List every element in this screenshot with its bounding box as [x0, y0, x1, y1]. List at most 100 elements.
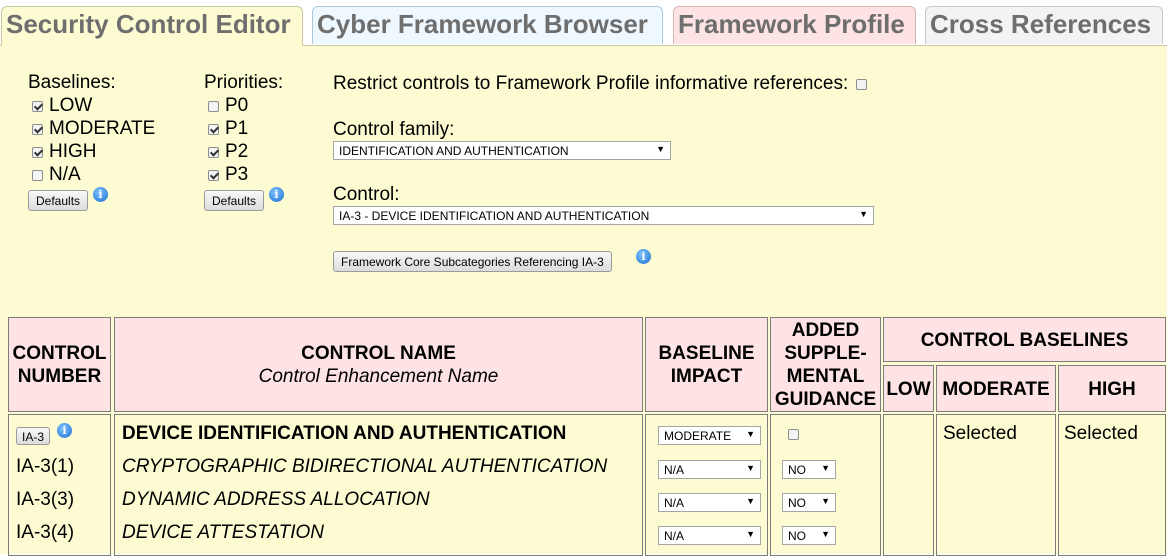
baseline-impact-value: MODERATE	[664, 429, 732, 443]
priority-p0-row[interactable]: P0	[208, 95, 248, 117]
priority-p3-label: P3	[225, 164, 249, 185]
header-control-baselines: CONTROL BASELINES	[883, 317, 1166, 362]
tab-security-control-editor[interactable]: Security Control Editor	[1, 6, 303, 46]
baseline-impact-select[interactable]: N/A ▼	[658, 493, 761, 512]
baseline-na-row[interactable]: N/A	[32, 164, 81, 186]
baseline-impact-value: N/A	[664, 529, 685, 543]
baseline-low-checkbox[interactable]	[32, 100, 43, 112]
controls-table: CONTROL NUMBER CONTROL NAME Control Enha…	[7, 315, 1166, 556]
baseline-high-label: HIGH	[49, 141, 97, 162]
chevron-down-icon: ▼	[746, 496, 755, 506]
priorities-defaults-button[interactable]: Defaults	[204, 190, 265, 211]
supplemental-guidance-select[interactable]: NO ▼	[782, 493, 836, 512]
moderate-selected-text: Selected	[943, 423, 1017, 444]
header-added-guidance-line1: ADDED	[791, 320, 860, 341]
row-control-name: DEVICE IDENTIFICATION AND AUTHENTICATION	[122, 423, 567, 444]
priority-p0-checkbox[interactable]	[208, 100, 219, 112]
header-moderate: MODERATE	[936, 365, 1056, 412]
header-added-guidance-line3: MENTAL	[786, 366, 865, 387]
header-baseline-impact-line2: IMPACT	[670, 366, 743, 387]
baseline-moderate-label: MODERATE	[49, 118, 156, 139]
baseline-high-checkbox[interactable]	[32, 146, 43, 158]
header-low: LOW	[883, 365, 934, 412]
chevron-down-icon: ▼	[746, 429, 755, 439]
header-moderate-text: MODERATE	[942, 379, 1050, 400]
info-icon[interactable]: i	[57, 423, 72, 438]
supplemental-guidance-value: NO	[788, 463, 806, 477]
baseline-low-label: LOW	[49, 95, 93, 116]
header-control-number-line2: NUMBER	[17, 366, 102, 387]
priority-p1-checkbox[interactable]	[208, 123, 219, 135]
row-control-number: IA-3(1)	[16, 456, 75, 477]
restrict-label: Restrict controls to Framework Profile i…	[333, 73, 849, 94]
tab-bar: Security Control Editor Cyber Framework …	[0, 0, 1167, 46]
tab-cyber-framework-browser[interactable]: Cyber Framework Browser	[312, 6, 663, 44]
control-family-value: IDENTIFICATION AND AUTHENTICATION	[339, 144, 569, 158]
baseline-moderate-row[interactable]: MODERATE	[32, 118, 155, 140]
control-ia3-button[interactable]: IA-3	[16, 427, 51, 445]
header-added-guidance-line4: GUIDANCE	[774, 389, 877, 410]
row-control-number: IA-3(4)	[16, 522, 75, 543]
baseline-na-checkbox[interactable]	[32, 169, 43, 181]
baseline-impact-select[interactable]: MODERATE ▼	[658, 426, 761, 445]
baseline-na-label: N/A	[49, 164, 81, 185]
header-control-baselines-text: CONTROL BASELINES	[920, 330, 1129, 351]
restrict-row[interactable]: Restrict controls to Framework Profile i…	[333, 73, 873, 95]
chevron-down-icon: ▼	[821, 496, 830, 506]
baseline-low-row[interactable]: LOW	[32, 95, 92, 117]
baseline-moderate-checkbox[interactable]	[32, 123, 43, 135]
priority-p0-label: P0	[225, 95, 249, 116]
priority-p2-row[interactable]: P2	[208, 141, 248, 163]
header-control-name: CONTROL NAME Control Enhancement Name	[114, 317, 643, 412]
priority-p3-row[interactable]: P3	[208, 164, 248, 186]
priority-p2-checkbox[interactable]	[208, 146, 219, 158]
chevron-down-icon: ▼	[821, 529, 830, 539]
control-value: IA-3 - DEVICE IDENTIFICATION AND AUTHENT…	[339, 209, 650, 223]
baselines-defaults-button[interactable]: Defaults	[28, 190, 89, 211]
tab-cross-references[interactable]: Cross References	[925, 6, 1163, 44]
baseline-high-row[interactable]: HIGH	[32, 141, 97, 163]
row-enhancement-name: DEVICE ATTESTATION	[122, 522, 324, 543]
editor-panel: Baselines: LOW MODERATE HIGH N/A Default…	[0, 45, 1167, 556]
info-icon[interactable]: i	[269, 187, 284, 202]
chevron-down-icon: ▼	[656, 144, 665, 154]
header-added-guidance: ADDED SUPPLE- MENTAL GUIDANCE	[770, 317, 881, 412]
baseline-impact-value: N/A	[664, 463, 685, 477]
tab-framework-profile[interactable]: Framework Profile	[673, 6, 916, 44]
supplemental-guidance-checkbox[interactable]	[788, 429, 799, 440]
header-baseline-impact-line1: BASELINE	[658, 343, 755, 364]
row-enhancement-name: DYNAMIC ADDRESS ALLOCATION	[122, 489, 430, 510]
header-control-number: CONTROL NUMBER	[8, 317, 111, 412]
supplemental-guidance-value: NO	[788, 496, 806, 510]
restrict-checkbox[interactable]	[856, 78, 868, 90]
high-selected-text: Selected	[1064, 423, 1138, 444]
header-low-text: LOW	[886, 379, 931, 400]
supplemental-guidance-select[interactable]: NO ▼	[782, 526, 836, 545]
header-control-enhancement-text: Control Enhancement Name	[258, 366, 499, 387]
header-control-number-line1: CONTROL	[12, 343, 107, 364]
control-family-label: Control family:	[333, 119, 455, 140]
info-icon[interactable]: i	[636, 249, 651, 264]
control-family-select[interactable]: IDENTIFICATION AND AUTHENTICATION ▼	[333, 141, 671, 160]
baselines-heading: Baselines:	[28, 72, 116, 93]
info-icon[interactable]: i	[93, 187, 108, 202]
header-baseline-impact: BASELINE IMPACT	[645, 317, 768, 412]
supplemental-guidance-select[interactable]: NO ▼	[782, 460, 836, 479]
priority-p2-label: P2	[225, 141, 249, 162]
subcategories-referencing-button[interactable]: Framework Core Subcategories Referencing…	[333, 251, 612, 272]
priority-p1-label: P1	[225, 118, 249, 139]
baseline-impact-select[interactable]: N/A ▼	[658, 526, 761, 545]
body-low-cell	[883, 414, 934, 556]
header-high-text: HIGH	[1088, 379, 1136, 400]
baseline-impact-select[interactable]: N/A ▼	[658, 460, 761, 479]
supplemental-guidance-value: NO	[788, 529, 806, 543]
row-control-number: IA-3(3)	[16, 489, 75, 510]
priority-p1-row[interactable]: P1	[208, 118, 248, 140]
control-select[interactable]: IA-3 - DEVICE IDENTIFICATION AND AUTHENT…	[333, 206, 874, 225]
priority-p3-checkbox[interactable]	[208, 169, 219, 181]
chevron-down-icon: ▼	[746, 529, 755, 539]
chevron-down-icon: ▼	[859, 209, 868, 219]
header-added-guidance-line2: SUPPLE-	[784, 343, 867, 364]
baseline-impact-value: N/A	[664, 496, 685, 510]
control-label: Control:	[333, 184, 400, 205]
